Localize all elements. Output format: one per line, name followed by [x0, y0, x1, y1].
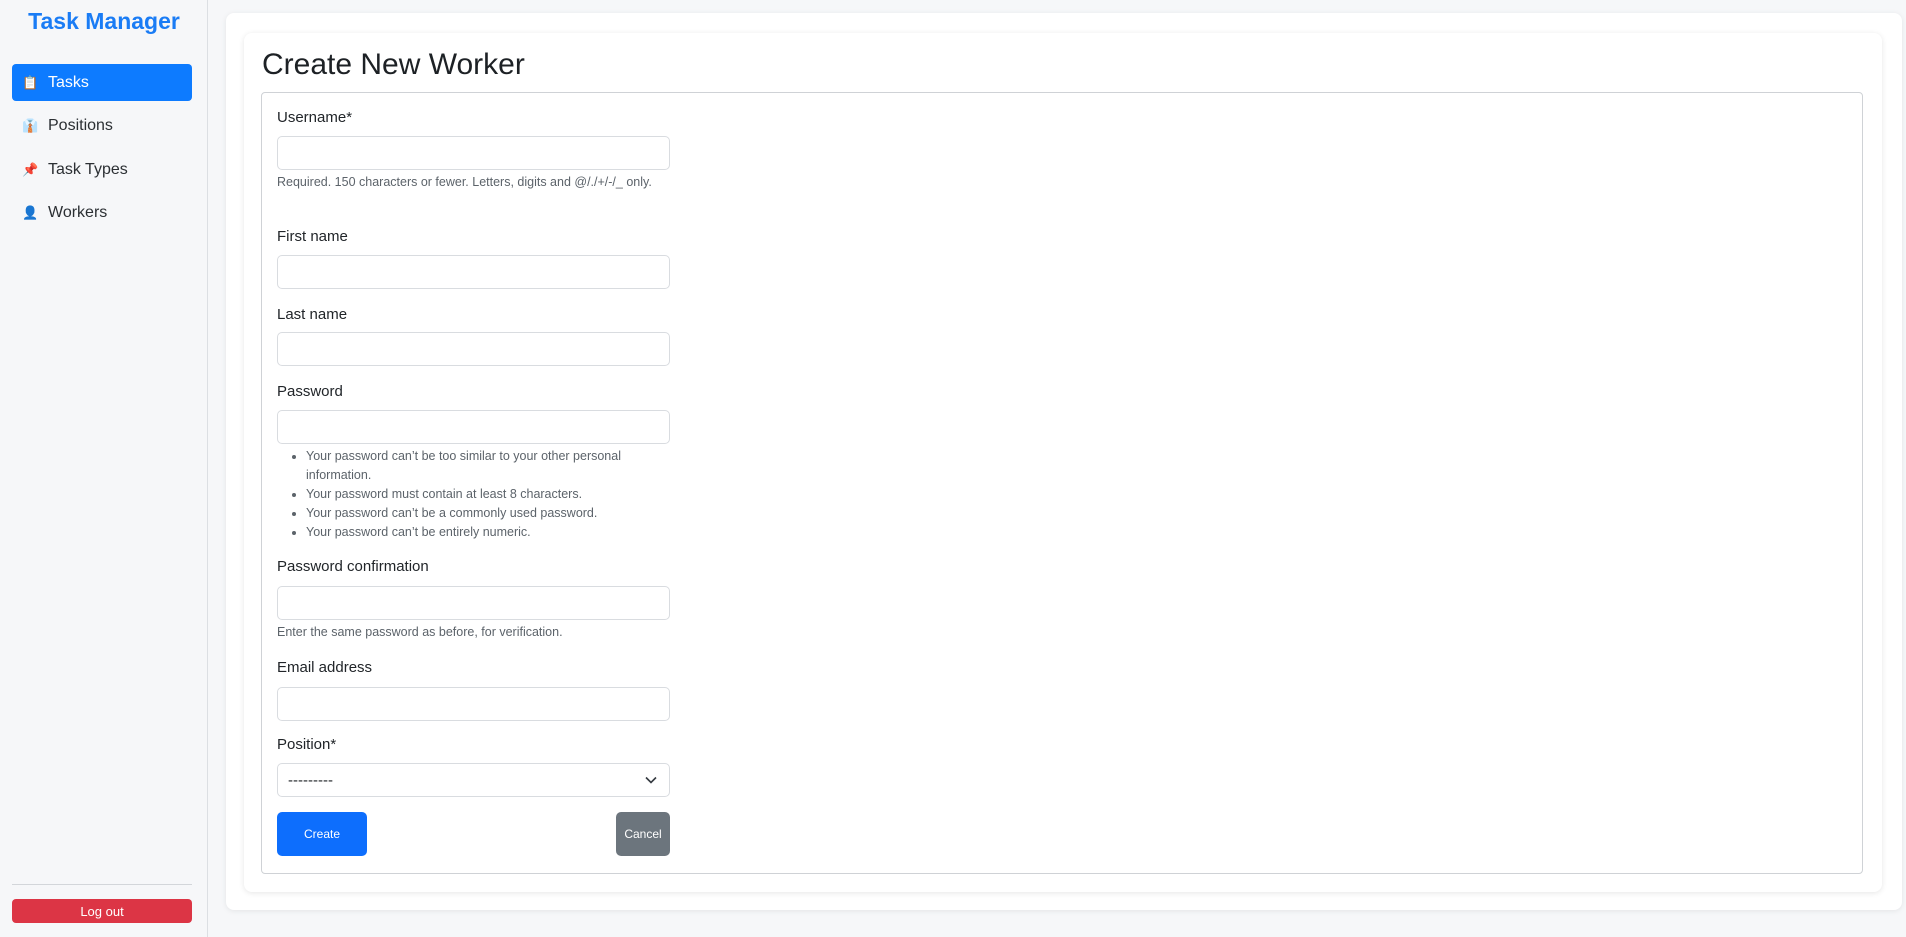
sidebar: Task Manager 📋 Tasks 👔 Positions 📌 Task Typ…: [0, 0, 208, 937]
password-label: Password: [277, 383, 343, 400]
password-rule: Your password can’t be entirely numeric.: [306, 523, 677, 542]
sidebar-item-label: Task Types: [48, 160, 128, 178]
clipboard-icon: 📋: [22, 74, 39, 90]
position-label: Position*: [277, 736, 337, 753]
password-confirmation-help: Enter the same password as before, for v…: [277, 625, 563, 639]
sidebar-divider: [12, 884, 192, 885]
brand-title[interactable]: Task Manager: [0, 8, 208, 35]
password-rule: Your password can’t be too similar to yo…: [306, 447, 677, 485]
password-rules: Your password can’t be too similar to yo…: [277, 447, 677, 542]
username-label: Username*: [277, 109, 353, 126]
logout-button[interactable]: Log out: [12, 899, 192, 923]
last-name-label: Last name: [277, 306, 348, 323]
cancel-button[interactable]: Cancel: [616, 812, 670, 856]
last-name-input[interactable]: [277, 332, 670, 366]
username-input[interactable]: [277, 136, 670, 170]
password-confirmation-input[interactable]: [277, 586, 670, 620]
suit-icon: 👔: [22, 117, 39, 133]
pushpin-icon: 📌: [22, 161, 39, 177]
sidebar-item-positions[interactable]: 👔 Positions: [12, 107, 192, 144]
sidebar-item-workers[interactable]: 👤 Workers: [12, 194, 192, 231]
create-button[interactable]: Create: [277, 812, 367, 856]
chevron-down-icon: [645, 776, 657, 784]
password-confirmation-label: Password confirmation: [277, 558, 429, 575]
sidebar-item-task-types[interactable]: 📌 Task Types: [12, 151, 192, 188]
first-name-input[interactable]: [277, 255, 670, 289]
first-name-label: First name: [277, 228, 348, 245]
position-select[interactable]: ---------: [277, 763, 670, 797]
position-selected: ---------: [288, 771, 333, 789]
sidebar-item-label: Tasks: [48, 73, 89, 91]
sidebar-item-label: Positions: [48, 116, 113, 134]
email-label: Email address: [277, 659, 373, 676]
password-input[interactable]: [277, 410, 670, 444]
sidebar-item-tasks[interactable]: 📋 Tasks: [12, 64, 192, 101]
username-help: Required. 150 characters or fewer. Lette…: [277, 175, 652, 189]
password-rule: Your password can’t be a commonly used p…: [306, 504, 677, 523]
sidebar-item-label: Workers: [48, 203, 108, 221]
person-icon: 👤: [22, 204, 39, 220]
page-title: Create New Worker: [262, 48, 525, 81]
email-input[interactable]: [277, 687, 670, 721]
password-rule: Your password must contain at least 8 ch…: [306, 485, 677, 504]
